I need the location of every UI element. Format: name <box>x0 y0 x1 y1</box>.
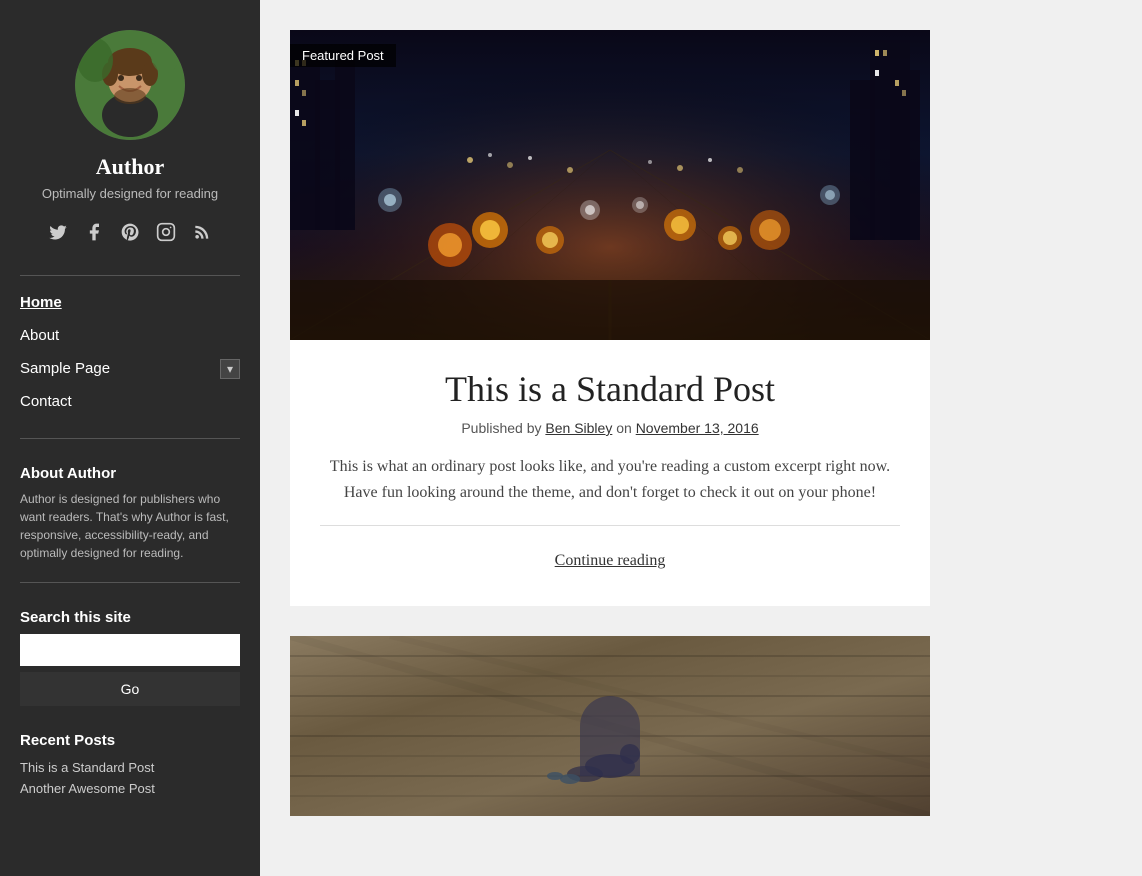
nav-item-sample[interactable]: Sample Page ▾ <box>20 352 240 385</box>
post-excerpt-1: This is what an ordinary post looks like… <box>320 454 900 505</box>
sidebar: Author Optimally designed for reading Ho… <box>0 0 260 876</box>
author-tagline: Optimally designed for reading <box>42 186 218 201</box>
post-card-1: Featured Post <box>290 30 930 606</box>
post-meta-1: Published by Ben Sibley on November 13, … <box>320 420 900 436</box>
about-author-text: Author is designed for publishers who wa… <box>20 490 240 562</box>
bokeh-lights <box>290 30 930 340</box>
sidebar-divider-2 <box>20 438 240 439</box>
continue-reading-link[interactable]: Continue reading <box>320 542 900 586</box>
post-title-1: This is a Standard Post <box>320 368 900 410</box>
post-author-link[interactable]: Ben Sibley <box>545 420 612 436</box>
rss-icon[interactable] <box>189 219 215 245</box>
nav-item-about[interactable]: About <box>20 319 240 352</box>
stairs-image <box>290 636 930 816</box>
featured-image-container: Featured Post <box>290 30 930 340</box>
sidebar-divider-1 <box>20 275 240 276</box>
author-name: Author <box>96 154 164 180</box>
recent-posts-list: This is a Standard Post Another Awesome … <box>20 757 240 799</box>
recent-post-item-1[interactable]: This is a Standard Post <box>20 757 240 778</box>
recent-post-item-2[interactable]: Another Awesome Post <box>20 778 240 799</box>
sidebar-divider-3 <box>20 582 240 583</box>
social-icons-row <box>45 219 215 245</box>
pinterest-icon[interactable] <box>117 219 143 245</box>
post-card-2 <box>290 636 930 816</box>
instagram-icon[interactable] <box>153 219 179 245</box>
nav-link-about[interactable]: About <box>20 319 240 352</box>
recent-post-link-2[interactable]: Another Awesome Post <box>20 778 240 799</box>
city-night-image <box>290 30 930 340</box>
featured-badge: Featured Post <box>290 44 396 67</box>
nav-menu: Home About Sample Page ▾ Contact <box>20 286 240 418</box>
main-content: Featured Post <box>260 0 1142 876</box>
search-label: Search this site <box>20 609 240 626</box>
author-avatar <box>75 30 185 140</box>
nav-item-contact[interactable]: Contact <box>20 385 240 418</box>
meta-prefix: Published by <box>461 420 545 436</box>
nav-link-sample[interactable]: Sample Page <box>20 352 110 385</box>
search-button[interactable]: Go <box>20 672 240 706</box>
nav-link-contact[interactable]: Contact <box>20 385 240 418</box>
post-body-1: This is a Standard Post Published by Ben… <box>290 340 930 606</box>
about-section-title: About Author <box>20 465 240 482</box>
twitter-icon[interactable] <box>45 219 71 245</box>
search-input[interactable] <box>20 634 240 666</box>
meta-on: on <box>612 420 635 436</box>
recent-posts-title: Recent Posts <box>20 732 240 749</box>
recent-post-link-1[interactable]: This is a Standard Post <box>20 757 240 778</box>
post-date-link[interactable]: November 13, 2016 <box>636 420 759 436</box>
sample-dropdown-arrow[interactable]: ▾ <box>220 359 240 379</box>
nav-item-home[interactable]: Home <box>20 286 240 319</box>
nav-link-home[interactable]: Home <box>20 286 240 319</box>
post-divider-1 <box>320 525 900 526</box>
facebook-icon[interactable] <box>81 219 107 245</box>
